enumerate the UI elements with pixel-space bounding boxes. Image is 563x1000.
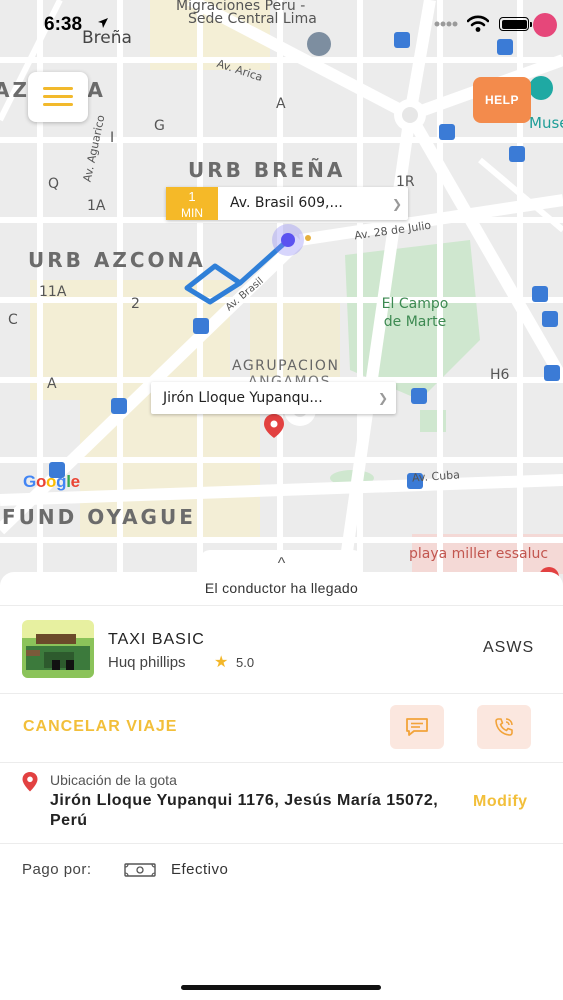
dropoff-label: Ubicación de la gota [50, 772, 177, 788]
eta-callout[interactable]: 1 MIN Av. Brasil 609,... ❯ [166, 187, 408, 220]
map-label-urb-azcona: URB AZCONA [28, 248, 206, 272]
chevron-up-icon: ^ [277, 555, 286, 572]
signal-dots-icon [434, 21, 458, 27]
map-block: G [154, 118, 165, 134]
cash-icon [124, 863, 156, 877]
vehicle-plate: ASWS [483, 639, 535, 656]
map-block: C [8, 312, 18, 328]
message-driver-button[interactable] [390, 705, 444, 749]
google-logo: Google [23, 472, 80, 491]
status-bar: 6:38 [0, 0, 563, 46]
map-pin-icon [22, 772, 38, 792]
driver-rating: 5.0 [236, 655, 255, 670]
map-label-park: El Campo de Marte [381, 296, 449, 330]
help-button[interactable]: HELP [473, 77, 531, 123]
menu-button[interactable] [28, 72, 88, 122]
map-block: 11A [39, 284, 67, 300]
map-block: Q [48, 176, 60, 192]
divider [0, 693, 563, 694]
map-block: A [276, 96, 286, 112]
divider [0, 605, 563, 606]
payment-method[interactable]: Efectivo [171, 861, 228, 878]
modify-dropoff-button[interactable]: Modify [473, 793, 528, 811]
map-block: H6 [490, 367, 510, 383]
destination-callout[interactable]: Jirón Lloque Yupanqu... ❯ [151, 382, 396, 414]
wifi-icon [467, 15, 489, 32]
battery-icon [499, 17, 532, 31]
map-label-angamos: ANGAMOS [248, 374, 331, 382]
eta-value: 1 [188, 189, 196, 204]
phone-icon [495, 718, 513, 736]
map-block: 2 [131, 296, 140, 312]
driver-name: Huq phillips [108, 654, 186, 671]
dropoff-address: Jirón Lloque Yupanqui 1176, Jesús María … [50, 792, 439, 829]
chat-icon [406, 718, 428, 736]
payment-label: Pago por: [22, 861, 92, 878]
car-type: TAXI BASIC [108, 631, 205, 648]
divider [0, 762, 563, 763]
map-block: I [110, 130, 115, 146]
trip-sheet: El conductor ha llegado TAXI BASIC Huq p… [0, 572, 563, 1000]
map-view[interactable]: Migraciones Peru - Sede Central Lima Bre… [0, 0, 563, 600]
location-arrow-icon [98, 18, 108, 28]
map-label-poi-bottom: playa miller essaluc [409, 546, 549, 562]
status-time: 6:38 [44, 14, 83, 35]
chevron-right-icon: ❯ [391, 197, 402, 211]
map-block: A [47, 376, 57, 392]
star-icon: ★ [214, 654, 229, 671]
driver-avatar [22, 620, 94, 678]
eta-unit: MIN [181, 206, 203, 220]
map-block: 1A [87, 198, 106, 214]
trip-status-text: El conductor ha llegado [204, 580, 359, 596]
chevron-right-icon: ❯ [377, 391, 388, 405]
destination-callout-text: Jirón Lloque Yupanqu... [163, 390, 323, 406]
divider [0, 843, 563, 844]
cancel-trip-button[interactable]: CANCELAR VIAJE [23, 718, 177, 736]
eta-address: Av. Brasil 609,... [230, 195, 343, 211]
map-label-museum: Muse [529, 114, 563, 132]
map-label-agrupacion: AGRUPACION [232, 358, 340, 374]
map-label-fund-oyague: FUND OYAGUE [2, 505, 196, 529]
eta-badge: 1 MIN [166, 187, 218, 220]
home-indicator[interactable] [181, 985, 381, 990]
map-label-urb-brena: URB BREÑA [188, 158, 346, 182]
call-driver-button[interactable] [477, 705, 531, 749]
